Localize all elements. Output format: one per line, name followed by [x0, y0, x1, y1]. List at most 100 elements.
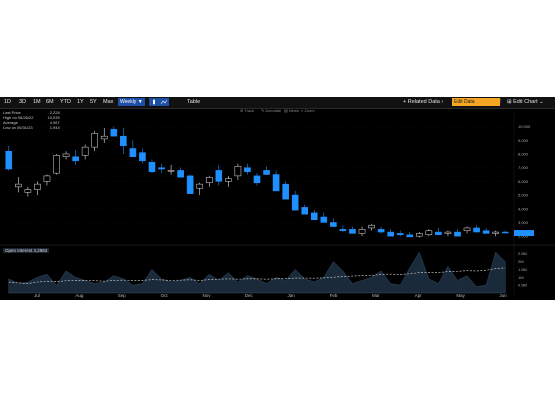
candle-body — [34, 183, 41, 190]
candle-body — [482, 230, 490, 234]
candle-body — [492, 231, 499, 234]
legend: Last Price 2,228 High on 08/26/22 10,039 A… — [3, 110, 60, 130]
candle — [358, 226, 366, 237]
candle — [387, 229, 394, 237]
candle-body — [415, 233, 423, 237]
candle — [435, 227, 442, 236]
oi-tick-label: 1.5M — [518, 267, 527, 272]
candle-body — [24, 189, 32, 193]
candle-body — [205, 177, 213, 183]
y-tick-label: 5,000 — [518, 193, 529, 198]
candle-body — [406, 234, 414, 238]
y-tick-label: 6,000 — [518, 179, 529, 184]
candle — [186, 174, 194, 194]
candle — [53, 153, 60, 175]
x-tick-label: Sep — [118, 293, 127, 298]
candle-body — [368, 224, 375, 229]
candle — [377, 226, 385, 234]
price-chart[interactable]: 10,000 9,000 8,000 7,000 6,000 5,000 4,000 3,00… — [0, 97, 555, 300]
candle-body — [148, 161, 156, 173]
x-tick-label: May — [456, 293, 465, 298]
candle-body — [100, 135, 108, 140]
candle-body — [272, 174, 280, 192]
oi-tick-label: 1M — [518, 275, 524, 280]
x-tick-label: Mar — [372, 293, 380, 298]
y-tick-label: 9,000 — [518, 138, 529, 143]
candle — [310, 210, 318, 220]
candle-body — [330, 222, 337, 227]
candle-body — [425, 230, 433, 236]
candle — [139, 148, 146, 164]
open-interest-label: Open Interest 4,2984 — [3, 248, 50, 253]
candle-body — [244, 167, 251, 173]
candle-body — [62, 153, 70, 157]
candle-body — [234, 166, 242, 177]
y-tick-label: 7,000 — [518, 165, 529, 170]
candle-body — [120, 135, 127, 147]
candle-body — [291, 194, 299, 211]
candle-body — [167, 170, 175, 172]
candle — [415, 232, 423, 238]
candle — [492, 230, 499, 237]
candle — [148, 159, 156, 174]
candle — [349, 226, 356, 234]
candle — [473, 225, 480, 233]
candle — [215, 164, 223, 186]
candle — [244, 163, 251, 175]
candle-body — [43, 175, 51, 182]
candle-body — [301, 207, 309, 215]
candle — [330, 218, 337, 227]
candle-body — [15, 183, 22, 188]
candle — [5, 145, 13, 171]
candle — [15, 177, 22, 193]
candle-body — [263, 170, 270, 175]
candle — [205, 175, 213, 187]
candle-body — [81, 146, 89, 156]
candle — [110, 126, 118, 137]
candle — [177, 167, 184, 178]
candle-body — [91, 133, 99, 148]
candle — [129, 140, 137, 157]
candle — [425, 229, 433, 237]
candle-body — [72, 156, 79, 162]
y-tick-label: 3,000 — [518, 220, 529, 225]
candle-body — [377, 229, 385, 233]
candle-body — [473, 227, 480, 233]
candle — [272, 170, 280, 192]
candle — [158, 163, 165, 174]
candle-body — [139, 152, 146, 162]
y-tick-label: 8,000 — [518, 151, 529, 156]
x-tick-label: Dec — [245, 293, 254, 298]
candle-body — [444, 231, 452, 234]
candle-body — [53, 155, 60, 174]
x-tick-label: Oct — [161, 293, 169, 298]
y-tick-label: 10,000 — [518, 124, 531, 129]
x-tick-label: Apr — [415, 293, 423, 298]
candle — [100, 127, 108, 144]
candle — [43, 174, 51, 186]
candle-body — [282, 183, 289, 200]
candle-body — [310, 212, 318, 220]
chart-terminal: 1D 3D 1M 6M YTD 1Y 5Y Max Weekly ▼ Table… — [0, 97, 555, 300]
x-tick-label: Jan — [288, 293, 296, 298]
candle — [234, 163, 242, 180]
candle — [253, 173, 261, 186]
candle — [396, 230, 404, 237]
candle — [196, 182, 204, 196]
candle-body — [253, 175, 261, 183]
candle-body — [177, 170, 184, 178]
candle — [120, 127, 127, 154]
x-tick-label: Jul — [34, 293, 40, 298]
candle — [225, 175, 232, 187]
candle — [463, 226, 471, 234]
candle-body — [349, 229, 356, 234]
last-price-marker — [514, 230, 534, 237]
candle — [291, 190, 299, 211]
candle-body — [196, 183, 204, 189]
candle — [454, 229, 461, 237]
candle-body — [358, 229, 366, 234]
candle-body — [387, 231, 394, 237]
candle-body — [501, 231, 509, 234]
x-tick-label: Feb — [330, 293, 338, 298]
candle — [62, 151, 70, 160]
